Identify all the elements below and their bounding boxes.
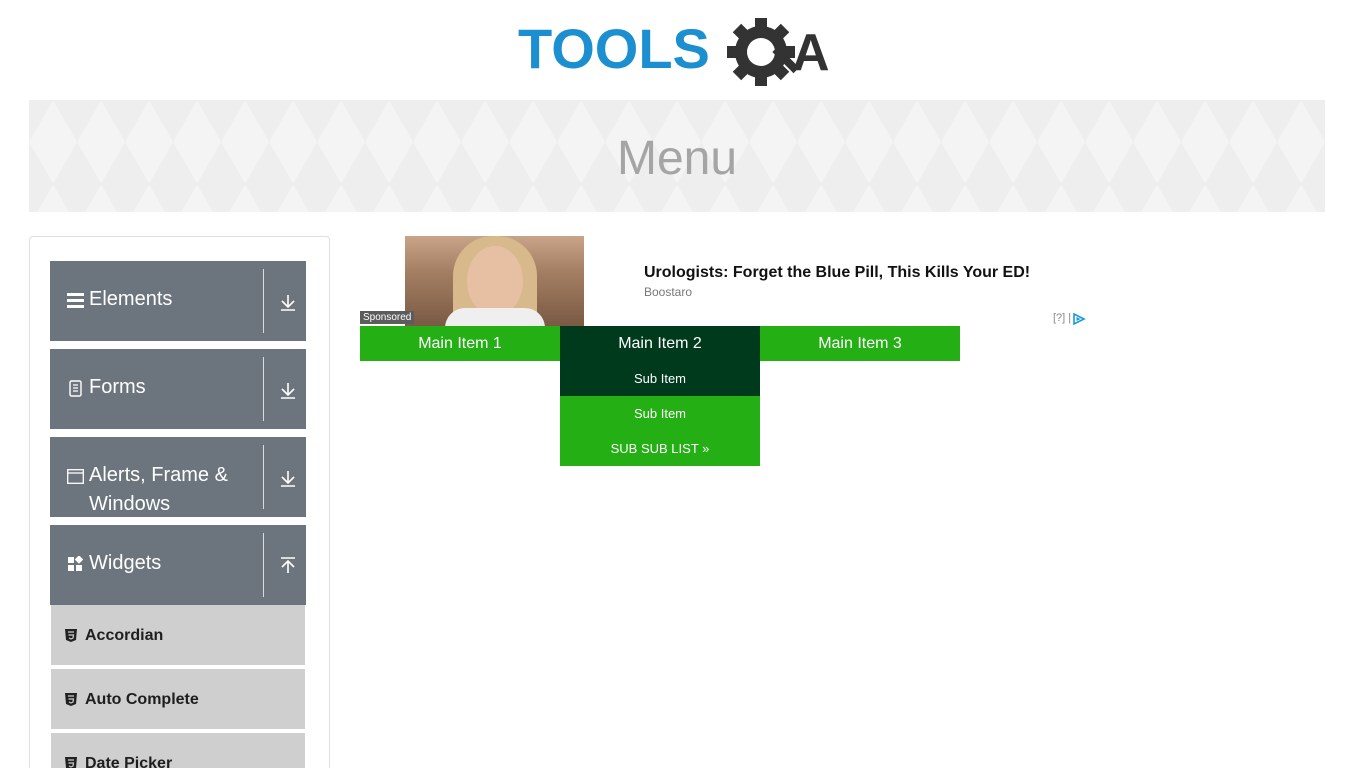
sidebar-group-label: Widgets [89, 552, 162, 574]
divider [263, 533, 264, 597]
ad-image[interactable] [405, 236, 584, 326]
divider [263, 269, 264, 333]
menu-main-item-1[interactable]: Main Item 1 [360, 326, 560, 361]
menu-main-item-2[interactable]: Main Item 2 [560, 326, 760, 361]
download-icon[interactable] [279, 293, 297, 311]
ad-info-link[interactable]: [?] | [1053, 312, 1071, 324]
sidebar-item-label: Auto Complete [85, 691, 199, 708]
gear-icon [727, 18, 800, 86]
sidebar-item-label: Accordian [85, 627, 164, 644]
sidebar: Elements Forms Alerts, Frame & Windows W… [29, 236, 330, 768]
sidebar-group-elements[interactable]: Elements [50, 261, 306, 341]
html5-icon [65, 693, 77, 706]
sidebar-item-auto-complete[interactable]: Auto Complete [51, 669, 305, 731]
download-icon[interactable] [279, 469, 297, 487]
ad-image-face [467, 246, 523, 316]
menu-sub-item-1[interactable]: Sub Item [560, 361, 760, 396]
ad-source[interactable]: Boostaro [644, 285, 692, 299]
logo-text-tools: TOOLS [518, 17, 710, 80]
widgets-icon [68, 556, 84, 571]
document-icon [69, 380, 82, 397]
upload-icon[interactable] [279, 557, 297, 575]
sidebar-group-alerts[interactable]: Alerts, Frame & Windows [50, 437, 306, 517]
sidebar-item-accordian[interactable]: Accordian [51, 605, 305, 667]
toolsqa-logo[interactable]: TOOLS A [518, 16, 842, 92]
hamburger-icon [67, 293, 84, 308]
html5-icon [65, 629, 77, 642]
sidebar-item-label: Date Picker [85, 755, 173, 768]
menu-main-item-3[interactable]: Main Item 3 [760, 326, 960, 361]
window-icon [67, 469, 84, 484]
menu-sub-sub-list[interactable]: SUB SUB LIST » [560, 431, 760, 466]
sidebar-group-forms[interactable]: Forms [50, 349, 306, 429]
sidebar-item-date-picker[interactable]: Date Picker [51, 733, 305, 768]
sidebar-group-label: Forms [89, 376, 146, 398]
sidebar-group-label: Elements [89, 288, 173, 310]
page-title: Menu [616, 131, 738, 185]
divider [263, 445, 264, 509]
sponsored-ad[interactable]: Sponsored Urologists: Forget the Blue Pi… [360, 236, 1090, 326]
page-banner: Menu [29, 100, 1325, 212]
html5-icon [65, 757, 77, 768]
sidebar-group-widgets[interactable]: Widgets [50, 525, 306, 605]
divider [263, 357, 264, 421]
sponsored-label: Sponsored [360, 311, 415, 324]
menu-sub-item-2[interactable]: Sub Item [560, 396, 760, 431]
ad-image-shirt [445, 308, 545, 326]
download-icon[interactable] [279, 381, 297, 399]
logo-text-a: A [792, 24, 830, 82]
adchoices-icon[interactable] [1072, 313, 1086, 325]
sidebar-group-label: Alerts, Frame & Windows [89, 464, 228, 515]
ad-title[interactable]: Urologists: Forget the Blue Pill, This K… [644, 264, 1030, 282]
